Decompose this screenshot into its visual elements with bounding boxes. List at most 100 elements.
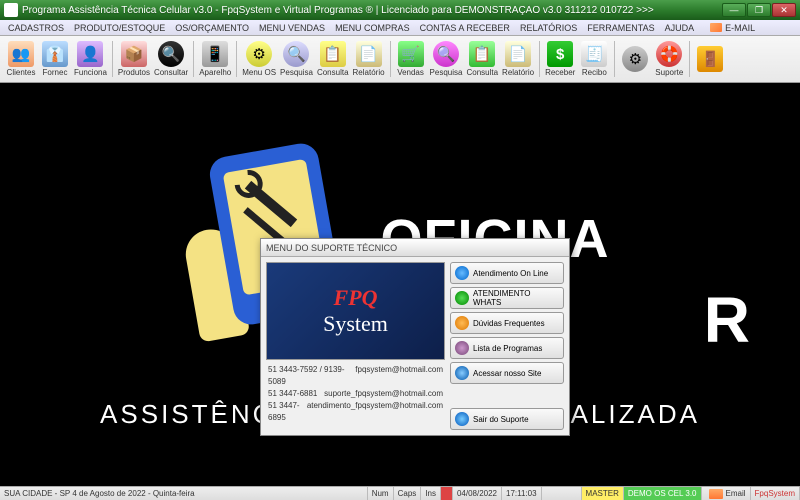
status-insert: Ins <box>421 487 441 500</box>
menu-contasareceber[interactable]: CONTAS A RECEBER <box>415 23 515 33</box>
toolbar-pesquisa-button[interactable]: 🔍Pesquisa <box>278 38 315 81</box>
contact-row: 51 3443-7592 / 9139-5089fpqsystem@hotmai… <box>268 364 443 388</box>
toolbar-label: Produtos <box>118 68 150 77</box>
recibo-icon: 🧾 <box>581 41 607 67</box>
toolbar-separator <box>112 41 113 77</box>
maximize-button[interactable]: ❐ <box>747 3 771 17</box>
fornec-icon: 👔 <box>42 41 68 67</box>
consulta-icon: 📋 <box>320 41 346 67</box>
fpq-logo: FPQ System <box>266 262 445 360</box>
toolbar-label: Consultar <box>154 68 188 77</box>
status-numlock: Num <box>368 487 394 500</box>
menuos-icon: ⚙ <box>246 41 272 67</box>
toolbar-sair-button[interactable]: 🚪 <box>693 38 727 81</box>
close-button[interactable]: ✕ <box>772 3 796 17</box>
toolbar-consulta-button[interactable]: 📋Consulta <box>315 38 351 81</box>
pesquisa-icon: 🔍 <box>283 41 309 67</box>
toolbar-vendas-button[interactable]: 🛒Vendas <box>394 38 428 81</box>
ferram-icon: ⚙ <box>622 46 648 72</box>
mail-icon <box>710 23 722 32</box>
toolbar-label: Relatório <box>353 68 385 77</box>
status-email-link[interactable]: Email <box>702 487 751 500</box>
status-date: 04/08/2022 <box>453 487 502 500</box>
question-icon <box>455 316 469 330</box>
toolbar-label: Fornec <box>43 68 68 77</box>
whatsapp-support-button[interactable]: ATENDIMENTO WHATS <box>450 287 564 309</box>
consulta2-icon: 📋 <box>469 41 495 67</box>
menu-relatrios[interactable]: RELATÓRIOS <box>515 23 582 33</box>
clientes-icon: 👥 <box>8 41 34 67</box>
globe-icon <box>455 366 469 380</box>
toolbar-consultar-button[interactable]: 🔍Consultar <box>152 38 190 81</box>
chat-icon <box>455 266 469 280</box>
status-capslock: Caps <box>394 487 422 500</box>
toolbar-label: Pesquisa <box>430 68 463 77</box>
produtos-icon: 📦 <box>121 41 147 67</box>
suporte-icon: 🛟 <box>656 41 682 67</box>
toolbar-label: Aparelho <box>199 68 231 77</box>
toolbar-label: Recibo <box>582 68 607 77</box>
menu-menuvendas[interactable]: MENU VENDAS <box>254 23 330 33</box>
toolbar-ferram-button[interactable]: ⚙ <box>618 38 652 81</box>
website-button[interactable]: Acessar nosso Site <box>450 362 564 384</box>
toolbar-separator <box>193 41 194 77</box>
menu-cadastros[interactable]: CADASTROS <box>3 23 69 33</box>
menu-osoramento[interactable]: OS/ORÇAMENTO <box>170 23 254 33</box>
toolbar-relatorio2-button[interactable]: 📄Relatório <box>500 38 536 81</box>
aparelho-icon: 📱 <box>202 41 228 67</box>
menu-email[interactable]: E-MAIL <box>705 23 760 33</box>
toolbar-receber-button[interactable]: $Receber <box>543 38 577 81</box>
toolbar-relatorio-button[interactable]: 📄Relatório <box>351 38 387 81</box>
window-title: Programa Assistência Técnica Celular v3.… <box>22 5 722 16</box>
status-location-date: SUA CIDADE - SP 4 de Agosto de 2022 - Qu… <box>0 487 368 500</box>
toolbar-separator <box>390 41 391 77</box>
programs-list-button[interactable]: Lista de Programas <box>450 337 564 359</box>
toolbar-label: Clientes <box>7 68 36 77</box>
toolbar-recibo-button[interactable]: 🧾Recibo <box>577 38 611 81</box>
toolbar-pesquisa2-button[interactable]: 🔍Pesquisa <box>428 38 465 81</box>
exit-icon <box>455 412 469 426</box>
toolbar-suporte-button[interactable]: 🛟Suporte <box>652 38 686 81</box>
toolbar-separator <box>689 41 690 77</box>
toolbar-separator <box>614 41 615 77</box>
dialog-title: MENU DO SUPORTE TÉCNICO <box>261 239 569 257</box>
app-icon <box>4 3 18 17</box>
toolbar-menuos-button[interactable]: ⚙Menu OS <box>240 38 278 81</box>
toolbar-label: Receber <box>545 68 575 77</box>
toolbar-consulta2-button[interactable]: 📋Consulta <box>464 38 500 81</box>
toolbar-clientes-button[interactable]: 👥Clientes <box>4 38 38 81</box>
toolbar-label: Consulta <box>466 68 498 77</box>
toolbar-aparelho-button[interactable]: 📱Aparelho <box>197 38 233 81</box>
menu-menucompras[interactable]: MENU COMPRAS <box>330 23 415 33</box>
toolbar-label: Consulta <box>317 68 349 77</box>
contact-row: 51 3447-6895atendimento_fpqsystem@hotmai… <box>268 400 443 424</box>
toolbar-label: Relatório <box>502 68 534 77</box>
status-bar: SUA CIDADE - SP 4 de Agosto de 2022 - Qu… <box>0 486 800 500</box>
pesquisa2-icon: 🔍 <box>433 41 459 67</box>
status-blank <box>542 487 582 500</box>
exit-support-button[interactable]: Sair do Suporte <box>450 408 564 430</box>
toolbar-separator <box>539 41 540 77</box>
whatsapp-icon <box>455 291 469 305</box>
menu-ajuda[interactable]: AJUDA <box>660 23 700 33</box>
online-support-button[interactable]: Atendimento On Line <box>450 262 564 284</box>
window-titlebar: Programa Assistência Técnica Celular v3.… <box>0 0 800 20</box>
status-brand[interactable]: FpqSystem <box>751 487 800 500</box>
toolbar-label: Menu OS <box>242 68 276 77</box>
toolbar-label: Vendas <box>397 68 424 77</box>
toolbar-funciona-button[interactable]: 👤Funciona <box>72 38 109 81</box>
status-license: DEMO OS CEL 3.0 <box>624 487 702 500</box>
contact-row: 51 3447-6881suporte_fpqsystem@hotmail.co… <box>268 388 443 400</box>
toolbar-produtos-button[interactable]: 📦Produtos <box>116 38 152 81</box>
status-time: 17:11:03 <box>502 487 542 500</box>
faq-button[interactable]: Dúvidas Frequentes <box>450 312 564 334</box>
menu-ferramentas[interactable]: FERRAMENTAS <box>582 23 659 33</box>
menu-produtoestoque[interactable]: PRODUTO/ESTOQUE <box>69 23 170 33</box>
toolbar-label: Pesquisa <box>280 68 313 77</box>
toolbar-label: Suporte <box>655 68 683 77</box>
toolbar-fornec-button[interactable]: 👔Fornec <box>38 38 72 81</box>
minimize-button[interactable]: — <box>722 3 746 17</box>
sair-icon: 🚪 <box>697 46 723 72</box>
relatorio2-icon: 📄 <box>505 41 531 67</box>
workspace: OFICINA R ASSISTÊNCIA TÉCNICA ESPECIALIZ… <box>0 83 800 486</box>
